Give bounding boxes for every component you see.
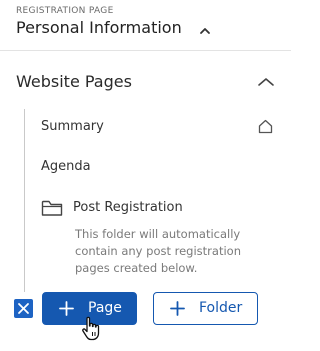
registration-page-header[interactable]: REGISTRATION PAGE Personal Information [0, 0, 291, 50]
select-checkbox[interactable] [14, 299, 33, 318]
folder-icon [41, 200, 63, 216]
folder-post-registration[interactable]: Post Registration [73, 200, 183, 215]
header-eyebrow: REGISTRATION PAGE [16, 6, 114, 16]
close-icon [18, 303, 29, 314]
page-title: Personal Information [16, 18, 182, 37]
plus-icon [170, 301, 185, 316]
page-item-agenda[interactable]: Agenda [41, 159, 91, 174]
plus-icon [59, 301, 74, 316]
header-divider [0, 50, 291, 51]
hand-cursor-icon [82, 316, 100, 341]
chevron-up-icon[interactable] [257, 76, 275, 88]
home-icon [258, 119, 273, 134]
add-folder-button[interactable]: Folder [153, 292, 258, 325]
page-item-summary[interactable]: Summary [41, 119, 104, 134]
add-folder-label: Folder [199, 300, 243, 316]
tree-connector-line [24, 109, 25, 292]
folder-description: This folder will automatically contain a… [75, 227, 241, 275]
chevron-up-icon[interactable] [199, 26, 211, 36]
section-title[interactable]: Website Pages [16, 72, 132, 91]
